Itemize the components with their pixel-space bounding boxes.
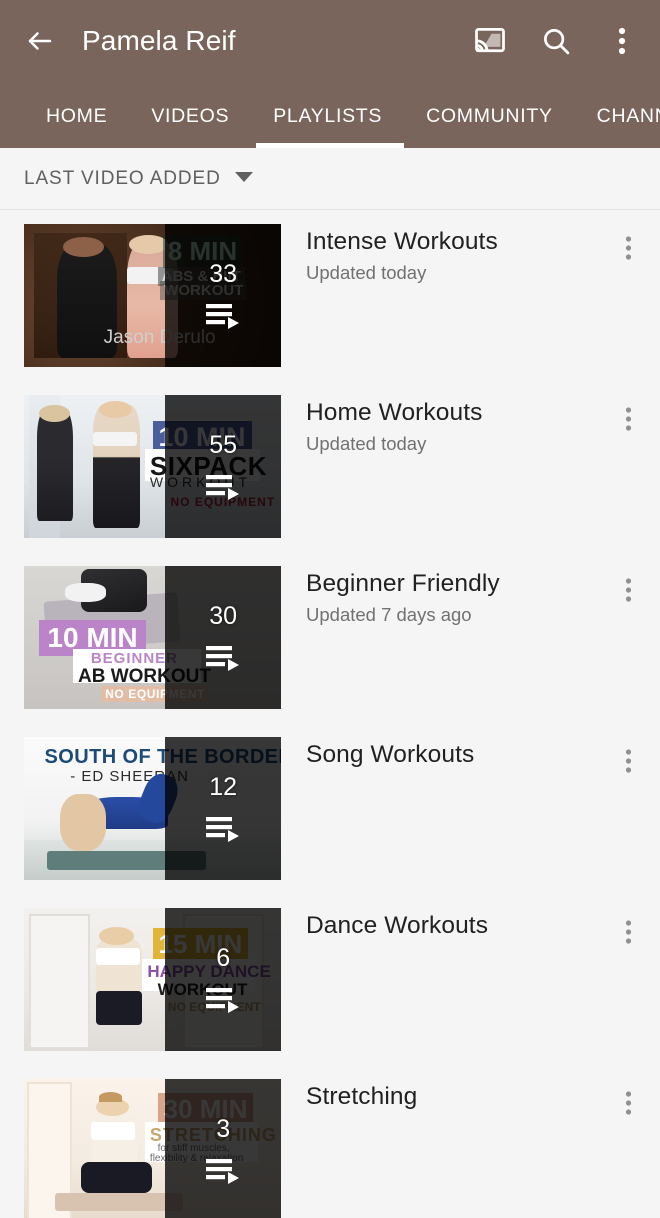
playlist-subtitle: Updated today [306,262,427,284]
cast-icon [475,28,505,54]
video-count: 12 [209,773,238,801]
thumbnail-overlay: 33 [165,224,281,367]
more-vert-icon [625,748,632,774]
video-count: 30 [209,602,238,630]
playlist-title: Stretching [306,1083,418,1110]
app-bar-actions [470,21,642,61]
playlist-row[interactable]: 10 MIN BEGINNER AB WORKOUT NO EQUIPMENT … [0,552,660,723]
more-vert-icon [625,406,632,432]
playlist-list: 8 MIN ABS & HIIT WORKOUT Jason Derulo 33 [0,210,660,1218]
playlist-title: Home Workouts [306,399,483,426]
active-tab-indicator [256,143,404,148]
thumbnail-overlay: 6 [165,908,281,1051]
playlist-meta: Dance Workouts [281,908,604,946]
playlist-row[interactable]: SOUTH OF THE BORDER - ED SHEERAN 12 Song… [0,723,660,894]
playlist-title: Intense Workouts [306,228,498,255]
playlist-title: Song Workouts [306,741,475,768]
more-vert-icon [618,26,626,56]
playlist-play-icon [206,816,240,842]
app-bar: Pamela Reif HOME VIDEOS PLAYLISTS COMMUN… [0,0,660,148]
playlist-row[interactable]: 30 MIN STRETCHING for stiff muscles, fle… [0,1065,660,1218]
more-vert-icon [625,577,632,603]
search-icon [541,26,571,56]
playlist-thumbnail[interactable]: 30 MIN STRETCHING for stiff muscles, fle… [24,1079,281,1218]
thumbnail-overlay: 3 [165,1079,281,1218]
tab-videos[interactable]: VIDEOS [129,105,251,148]
video-count: 6 [216,944,231,972]
cast-button[interactable] [470,21,510,61]
arrow-back-icon [25,26,55,56]
playlist-row[interactable]: 10 MIN SIXPACK WORKOUT NO EQUIPMENT 55 [0,381,660,552]
video-count: 33 [209,260,238,288]
thumbnail-overlay: 12 [165,737,281,880]
playlist-meta: Stretching [281,1079,604,1117]
playlist-play-icon [206,645,240,671]
playlist-title: Dance Workouts [306,912,489,939]
playlist-menu-button[interactable] [604,395,652,443]
thumbnail-overlay: 30 [165,566,281,709]
playlist-thumbnail[interactable]: 8 MIN ABS & HIIT WORKOUT Jason Derulo 33 [24,224,281,367]
more-vert-icon [625,1090,632,1116]
search-button[interactable] [536,21,576,61]
playlist-meta: Beginner Friendly Updated 7 days ago [281,566,604,627]
channel-tabs: HOME VIDEOS PLAYLISTS COMMUNITY CHANNELS [0,82,660,148]
playlist-row[interactable]: 8 MIN ABS & HIIT WORKOUT Jason Derulo 33 [0,210,660,381]
playlist-subtitle: Updated today [306,433,427,455]
playlist-thumbnail[interactable]: 10 MIN SIXPACK WORKOUT NO EQUIPMENT 55 [24,395,281,538]
playlist-title: Beginner Friendly [306,570,500,597]
more-vert-icon [625,919,632,945]
playlist-menu-button[interactable] [604,566,652,614]
playlist-play-icon [206,1158,240,1184]
playlist-play-icon [206,474,240,500]
more-vert-icon [625,235,632,261]
playlist-menu-button[interactable] [604,1079,652,1127]
playlist-thumbnail[interactable]: 15 MIN HAPPY DANCE WORKOUT NO EQUIPMENT … [24,908,281,1051]
youtube-channel-playlists-screen: Pamela Reif HOME VIDEOS PLAYLISTS COMMUN… [0,0,660,1218]
playlist-subtitle: Updated 7 days ago [306,604,472,626]
playlist-row[interactable]: 15 MIN HAPPY DANCE WORKOUT NO EQUIPMENT … [0,894,660,1065]
app-bar-top-row: Pamela Reif [0,0,660,82]
tab-home[interactable]: HOME [24,105,129,148]
playlist-menu-button[interactable] [604,737,652,785]
playlist-meta: Song Workouts [281,737,604,775]
back-button[interactable] [18,19,62,63]
overflow-menu-button[interactable] [602,21,642,61]
playlist-menu-button[interactable] [604,224,652,272]
page-title: Pamela Reif [82,25,236,56]
playlist-thumbnail[interactable]: SOUTH OF THE BORDER - ED SHEERAN 12 [24,737,281,880]
sort-selector-label: LAST VIDEO ADDED [24,167,221,189]
playlist-thumbnail[interactable]: 10 MIN BEGINNER AB WORKOUT NO EQUIPMENT … [24,566,281,709]
video-count: 55 [209,431,238,459]
playlist-play-icon [206,303,240,329]
video-count: 3 [216,1115,231,1143]
tab-community[interactable]: COMMUNITY [404,105,575,148]
playlist-play-icon [206,987,240,1013]
tab-playlists[interactable]: PLAYLISTS [251,105,404,148]
playlist-meta: Home Workouts Updated today [281,395,604,456]
thumbnail-overlay: 55 [165,395,281,538]
playlist-menu-button[interactable] [604,908,652,956]
chevron-down-icon [234,170,253,188]
tab-channels[interactable]: CHANNELS [575,105,660,148]
playlist-meta: Intense Workouts Updated today [281,224,604,285]
sort-selector[interactable]: LAST VIDEO ADDED [0,148,660,210]
